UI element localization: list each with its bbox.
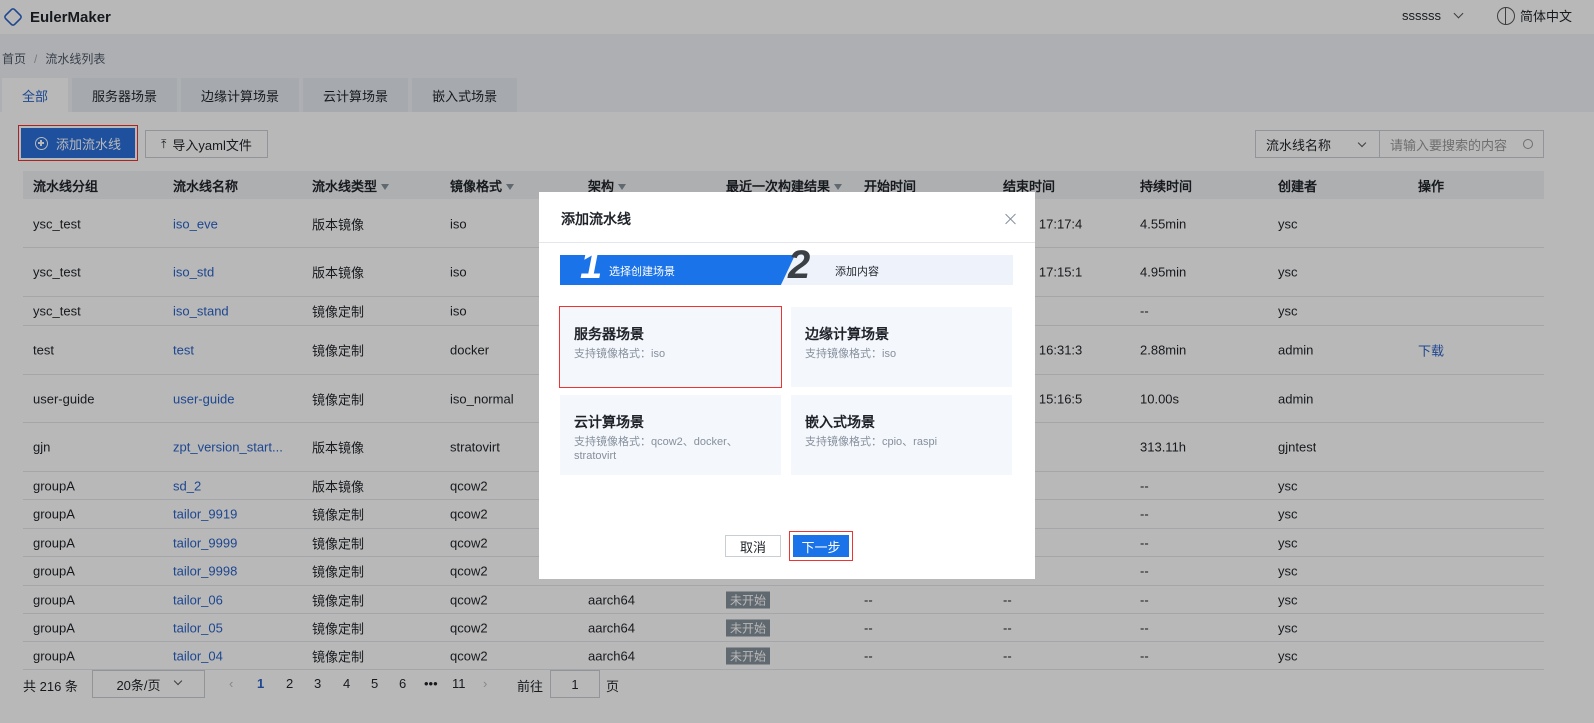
step-2-label: 添加内容 xyxy=(835,266,879,278)
step-1-number: 1 xyxy=(580,243,603,287)
scene-card-desc: 支持镜像格式：cpio、raspi xyxy=(805,436,938,448)
step-indicator: 1 选择创建场景 2 添加内容 xyxy=(560,245,1013,285)
scene-card-title: 边缘计算场景 xyxy=(805,326,889,342)
scene-card-edge[interactable]: 边缘计算场景 支持镜像格式：iso xyxy=(791,307,1012,387)
scene-card-embedded[interactable]: 嵌入式场景 支持镜像格式：cpio、raspi xyxy=(791,395,1012,475)
scene-card-title: 云计算场景 xyxy=(574,414,644,430)
step-1-label: 选择创建场景 xyxy=(609,266,675,278)
dialog-title: 添加流水线 xyxy=(561,211,631,227)
scene-card-server[interactable]: 服务器场景 支持镜像格式：iso xyxy=(559,306,782,388)
scene-card-title: 嵌入式场景 xyxy=(805,414,875,430)
cancel-button[interactable]: 取消 xyxy=(725,535,781,557)
scene-card-cloud[interactable]: 云计算场景 支持镜像格式：qcow2、docker、stratovirt xyxy=(560,395,781,475)
add-pipeline-dialog: 添加流水线 1 选择创建场景 2 添加内容 服务器场景 支持镜像格式：iso 边… xyxy=(539,192,1035,579)
scene-card-desc: 支持镜像格式：iso xyxy=(805,348,897,360)
scene-card-desc: 支持镜像格式：iso xyxy=(574,348,666,360)
scene-card-title: 服务器场景 xyxy=(574,326,644,342)
step-2-number: 2 xyxy=(788,243,811,287)
scene-card-desc: 支持镜像格式：qcow2、docker、stratovirt xyxy=(574,436,738,462)
next-step-button[interactable]: 下一步 xyxy=(789,531,853,561)
dialog-divider xyxy=(539,242,1035,243)
close-icon[interactable] xyxy=(1004,212,1018,226)
